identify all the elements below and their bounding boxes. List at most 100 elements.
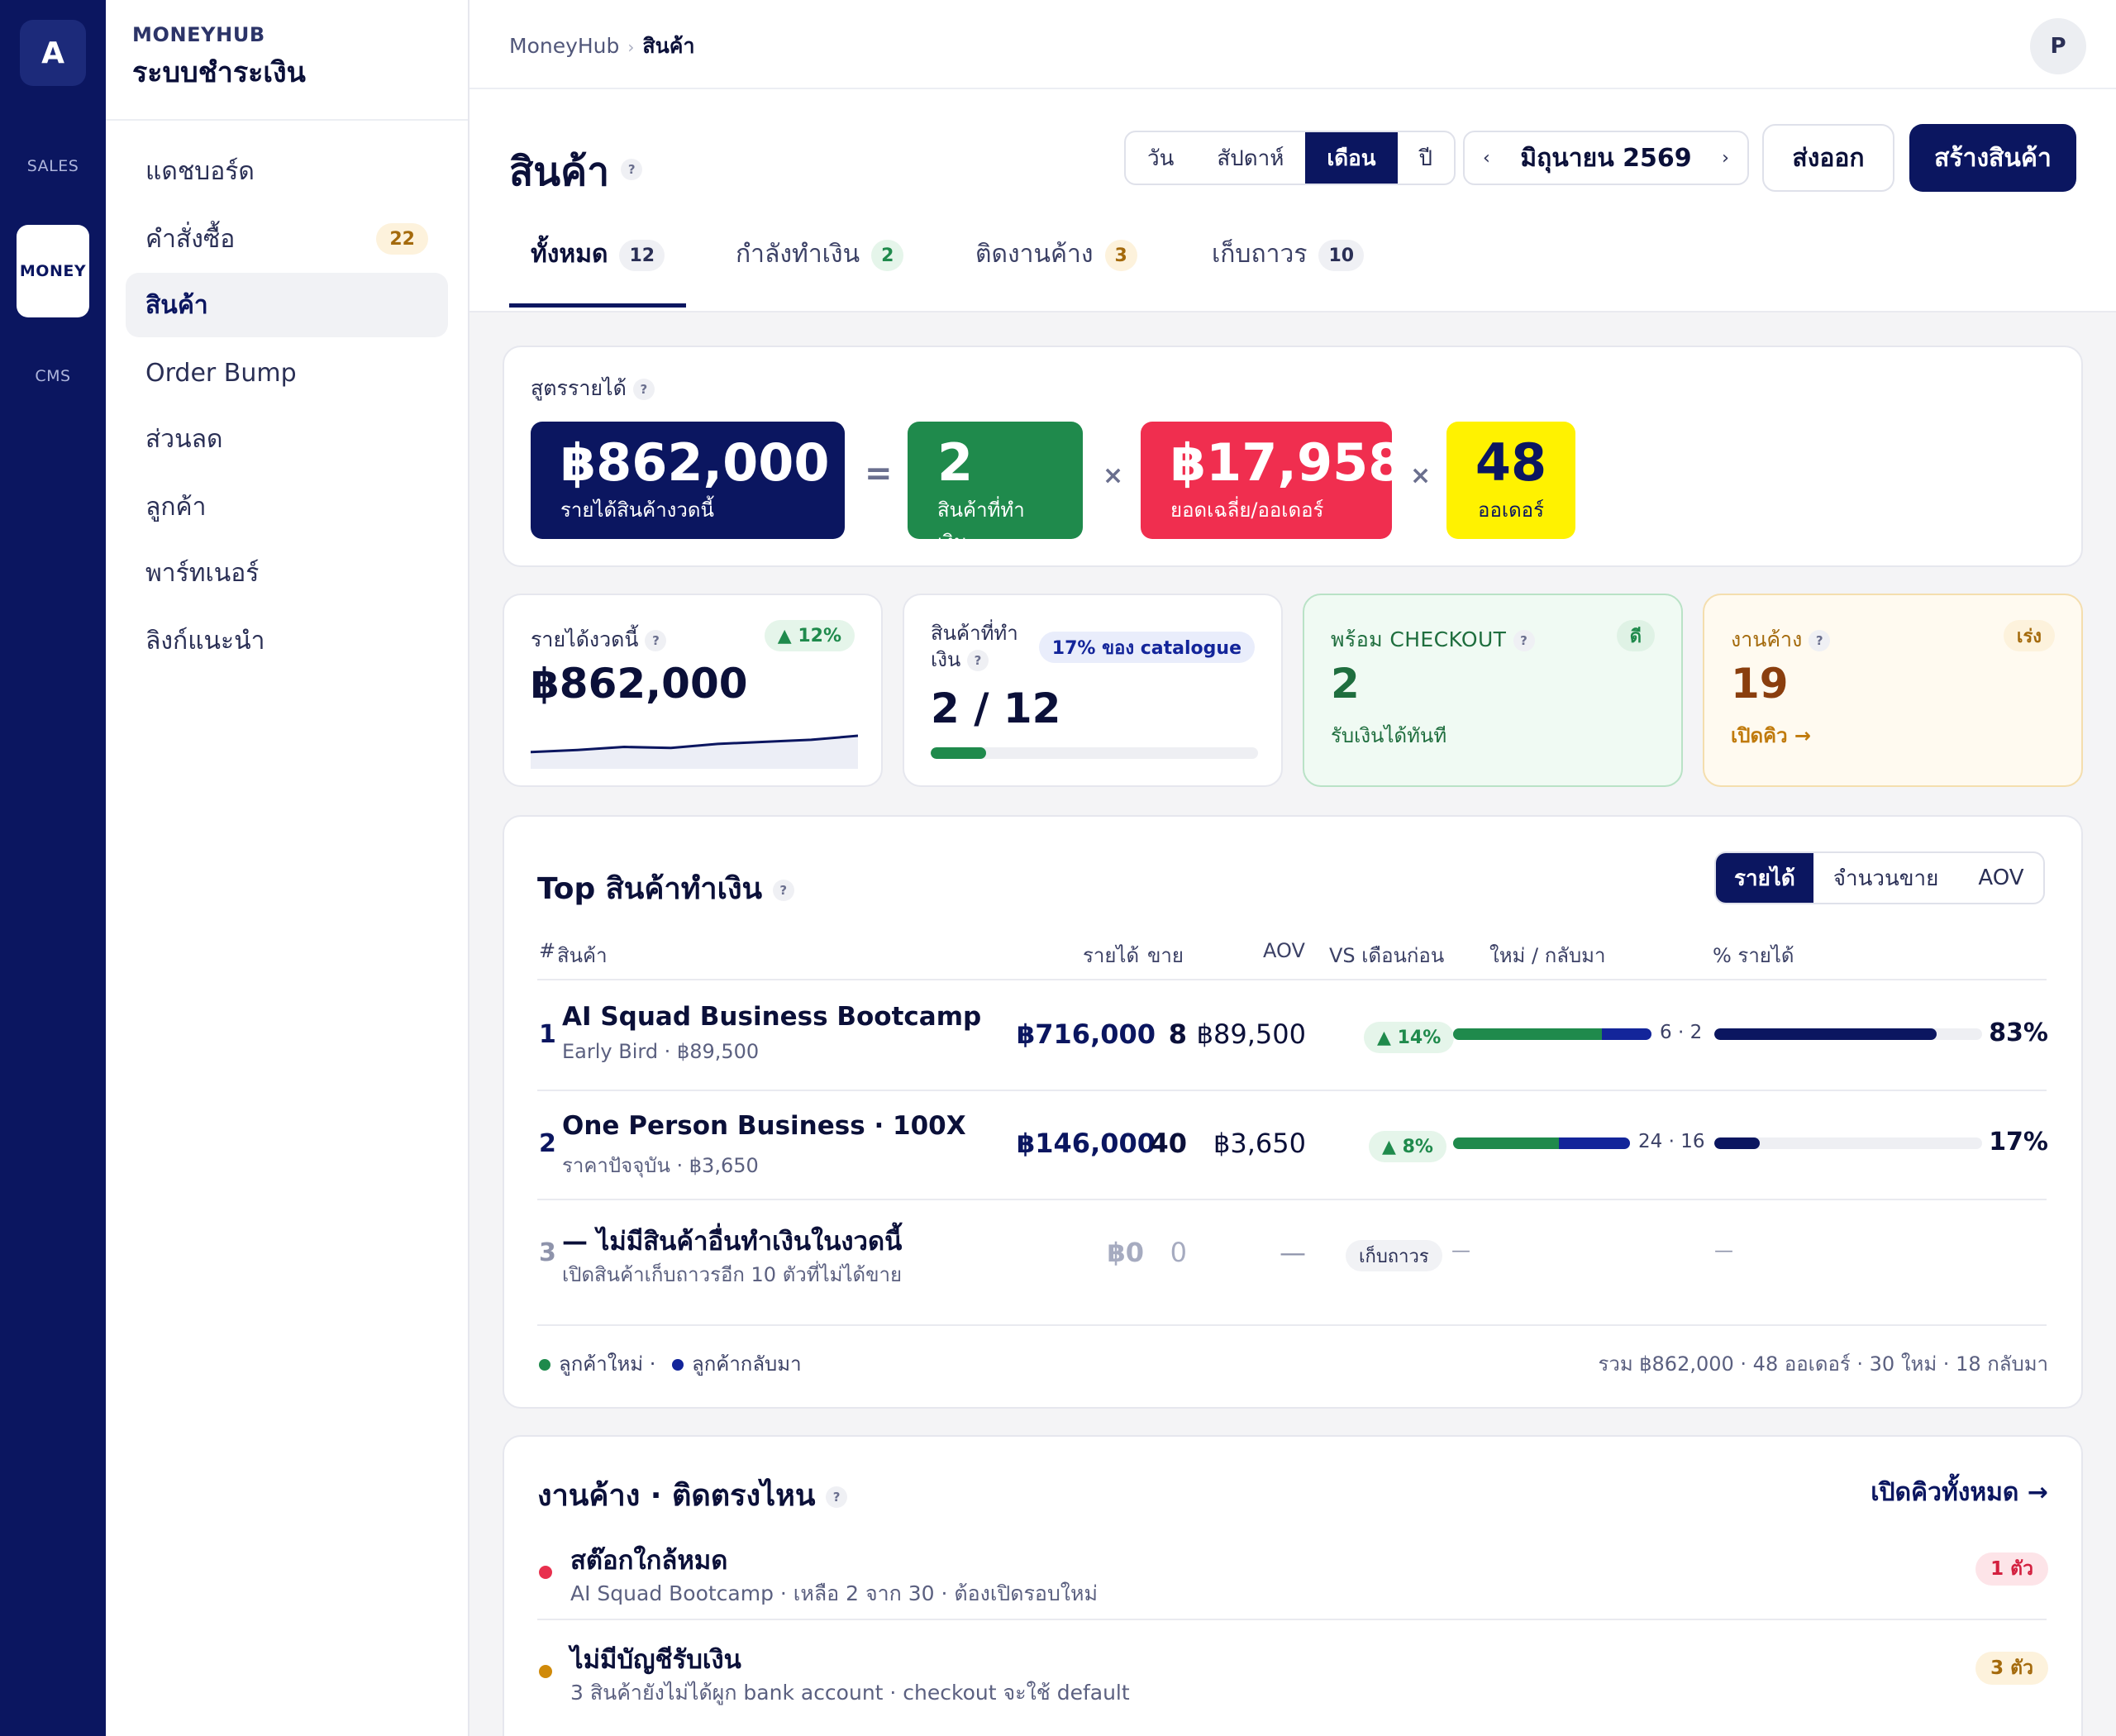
period-year[interactable]: ปี: [1398, 132, 1455, 184]
app-root: A SALES MONEY CMS MONEYHUB ระบบชำระเงิน …: [0, 0, 2116, 1736]
kpi-title-line: สินค้าที่ทำ: [931, 622, 1018, 645]
delta-badge: ▲ 12%: [764, 620, 855, 651]
new-returning-bar: [1453, 1028, 1651, 1040]
formula-revenue-value: ฿862,000: [560, 432, 830, 493]
help-icon[interactable]: ?: [632, 379, 655, 400]
metric-aov[interactable]: AOV: [1958, 853, 2043, 903]
new-customers-segment: [1453, 1028, 1602, 1040]
formula-orders-box: 48 ออเดอร์: [1446, 422, 1575, 539]
equals-sign: =: [865, 455, 893, 493]
sidebar-item-referral-links[interactable]: ลิงก์แนะนำ: [126, 608, 448, 673]
chevron-left-icon[interactable]: ‹: [1483, 148, 1490, 169]
formula-aov-label: ยอดเฉลี่ย/ออเดอร์: [1170, 498, 1324, 522]
period-day[interactable]: วัน: [1126, 132, 1195, 184]
kpi-revenue-card[interactable]: รายได้งวดนี้ ? ▲ 12% ฿862,000: [503, 594, 883, 787]
kpi-earning-card[interactable]: สินค้าที่ทำ เงิน ? 17% ของ catalogue 2 /…: [903, 594, 1283, 787]
col-revenue: รายได้: [1083, 944, 1140, 967]
product-name: — ไม่มีสินค้าอื่นทำเงินในงวดนี้: [562, 1227, 903, 1257]
sidebar-item-customers[interactable]: ลูกค้า: [126, 475, 448, 539]
revenue-share-pct: 83%: [1989, 1018, 2048, 1047]
help-icon[interactable]: ?: [621, 159, 643, 180]
open-queue-link[interactable]: เปิดคิว →: [1731, 719, 1811, 751]
tab-count-badge: 10: [1318, 240, 1365, 271]
brand-title: ระบบชำระเงิน: [132, 56, 306, 89]
kpi-title: สินค้าที่ทำ เงิน ?: [931, 620, 1018, 674]
kpi-value: 2 / 12: [931, 684, 1061, 732]
sidebar-item-label: แดชบอร์ด: [145, 156, 255, 186]
rank: 1: [539, 1020, 556, 1049]
period-month[interactable]: เดือน: [1305, 132, 1398, 184]
open-all-queue-link[interactable]: เปิดคิวทั้งหมด →: [1871, 1473, 2048, 1512]
rank: 3: [539, 1238, 556, 1267]
metric-toggle: รายได้ จำนวนขาย AOV: [1714, 851, 2046, 904]
issue-title: สต๊อกใกล้หมด: [570, 1546, 728, 1576]
revenue-value: ฿716,000: [1017, 1018, 1156, 1050]
sidebar-item-order-bump[interactable]: Order Bump: [126, 341, 448, 405]
formula-orders-value: 48: [1475, 432, 1547, 493]
table-summary: รวม ฿862,000 · 48 ออเดอร์ · 30 ใหม่ · 18…: [1598, 1352, 2048, 1376]
breadcrumb-root[interactable]: MoneyHub: [509, 34, 619, 58]
kpi-checkout-card[interactable]: พร้อม CHECKOUT ? ดี 2 รับเงินได้ทันที: [1303, 594, 1683, 787]
sidebar-item-discounts[interactable]: ส่วนลด: [126, 407, 448, 471]
sidebar-item-label: ลูกค้า: [145, 492, 207, 522]
kpi-value: 2: [1331, 660, 1360, 708]
help-icon[interactable]: ?: [772, 880, 794, 901]
workspace-logo[interactable]: A: [20, 20, 86, 86]
severity-dot: [539, 1665, 552, 1678]
metric-sales[interactable]: จำนวนขาย: [1813, 853, 1959, 903]
help-icon[interactable]: ?: [1809, 630, 1831, 651]
help-icon[interactable]: ?: [645, 630, 667, 651]
kpi-value: 19: [1731, 660, 1789, 708]
page-title-text: สินค้า: [509, 149, 610, 195]
export-button[interactable]: ส่งออก: [1762, 124, 1894, 192]
section-title-text: Top สินค้าทำเงิน: [537, 872, 763, 906]
create-product-button[interactable]: สร้างสินค้า: [1909, 124, 2076, 192]
rail-item-sales[interactable]: SALES: [0, 157, 106, 175]
kpi-title-text: รายได้งวดนี้: [531, 627, 639, 651]
col-new-returning: ใหม่ / กลับมา: [1489, 944, 1606, 967]
sales-value: 0: [1170, 1237, 1187, 1268]
help-icon[interactable]: ?: [826, 1486, 848, 1508]
tab-earning[interactable]: กำลังทำเงิน 2: [736, 235, 904, 308]
kpi-title-text: พร้อม CHECKOUT: [1331, 627, 1507, 651]
tab-archived[interactable]: เก็บถาวร 10: [1212, 235, 1365, 308]
kpi-title-text: งานค้าง: [1731, 627, 1803, 651]
breadcrumb: MoneyHub › สินค้า: [509, 30, 695, 63]
formula-orders-label: ออเดอร์: [1478, 498, 1544, 522]
tab-all[interactable]: ทั้งหมด 12: [509, 235, 687, 308]
sales-value: 8: [1168, 1018, 1187, 1050]
sidebar-item-orders[interactable]: คำสั่งซื้อ 22: [126, 207, 448, 271]
formula-label-text: สูตรรายได้: [531, 376, 627, 400]
section-title: งานค้าง · ติดตรงไหน ?: [537, 1471, 848, 1519]
col-revenue-share: % รายได้: [1713, 944, 1794, 967]
kpi-backlog-card[interactable]: งานค้าง ? เร่ง 19 เปิดคิว →: [1703, 594, 2083, 787]
kpi-title: งานค้าง ?: [1731, 623, 1831, 656]
help-icon[interactable]: ?: [1513, 630, 1535, 651]
rail-item-cms[interactable]: CMS: [0, 367, 106, 385]
sidebar-divider: [106, 119, 468, 121]
tab-backlog[interactable]: ติดงานค้าง 3: [975, 235, 1137, 308]
tab-label: ทั้งหมด: [531, 240, 608, 269]
revenue-share-bar: [1714, 1028, 1982, 1040]
tab-label: เก็บถาวร: [1212, 240, 1308, 269]
chevron-right-icon[interactable]: ›: [1722, 148, 1729, 169]
tab-label: ติดงานค้าง: [975, 240, 1094, 269]
help-icon[interactable]: ?: [966, 650, 989, 672]
revenue-value: ฿0: [1107, 1237, 1144, 1268]
avatar[interactable]: P: [2030, 18, 2086, 74]
sidebar-item-partners[interactable]: พาร์ทเนอร์: [126, 541, 448, 605]
month-label[interactable]: มิถุนายน 2569: [1520, 139, 1691, 178]
legend-returning-label: ลูกค้ากลับมา: [692, 1352, 802, 1376]
aov-value: ฿89,500: [1196, 1018, 1306, 1050]
sidebar-item-dashboard[interactable]: แดชบอร์ด: [126, 139, 448, 203]
formula-aov-value: ฿17,958: [1170, 432, 1404, 493]
row-divider: [537, 1324, 2047, 1326]
product-name: One Person Business · 100X: [562, 1111, 966, 1141]
rail-item-money[interactable]: MONEY: [17, 225, 89, 317]
sidebar-item-products[interactable]: สินค้า: [126, 273, 448, 337]
metric-revenue[interactable]: รายได้: [1716, 853, 1813, 903]
product-subtitle: ราคาปัจจุบัน · ฿3,650: [562, 1154, 759, 1177]
period-week[interactable]: สัปดาห์: [1195, 132, 1305, 184]
archived-badge: เก็บถาวร: [1346, 1240, 1442, 1271]
sidebar-item-label: คำสั่งซื้อ: [145, 224, 236, 254]
